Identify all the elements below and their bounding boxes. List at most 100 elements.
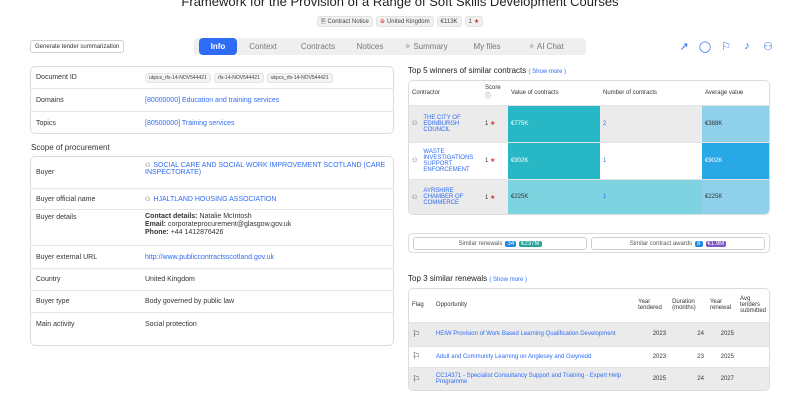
tab-info[interactable]: Info (199, 38, 237, 55)
buyer-type-row: Buyer type Body governed by public law (31, 291, 393, 313)
contact-phone: +44 1412876426 (170, 229, 224, 236)
similar-renewals-button[interactable]: Similar renewals 34 €237M (413, 237, 587, 250)
similar-summary-box: Similar renewals 34 €237M Similar contra… (408, 233, 770, 253)
opportunity-link[interactable]: Adult and Community Learning on Anglesey… (432, 346, 636, 368)
average-value-cell: €902K (702, 142, 769, 180)
star-icon: ★ (490, 194, 496, 201)
generate-summary-button[interactable]: Generate tender summarization (30, 40, 125, 53)
tab-contracts[interactable]: Contracts (289, 38, 347, 55)
page-title: Framework for the Provision of a Range o… (181, 0, 619, 9)
topics-row: Topics [80500000] Training services (31, 112, 393, 133)
buyer-official-row: Buyer official name ⚇ HJALTLAND HOUSING A… (31, 189, 393, 210)
contract-count-cell[interactable]: 1 (600, 179, 702, 214)
value-badge: €113K (436, 16, 462, 27)
country-row: Country United Kingdom (31, 269, 393, 291)
buyer-type-label: Buyer type (36, 298, 70, 305)
tab-summary[interactable]: ✧ Summary (393, 38, 459, 55)
main-activity-row: Main activity Social protection (31, 313, 393, 335)
table-row: ⚇ THE CITY OF EDINBURGH COUNCIL 1 ★ €775K… (409, 105, 769, 143)
table-header-row: Flag Opportunity Year tendered Duration … (409, 289, 769, 323)
similar-awards-button[interactable]: Similar contract awards 8 €1.9M (591, 237, 765, 250)
contract-value-cell: €902K (508, 142, 600, 180)
flag-icon[interactable]: ⚐ (412, 351, 420, 361)
buyer-link[interactable]: ⚇ SOCIAL CARE AND SOCIAL WORK IMPROVEMENT… (145, 162, 389, 176)
renewals-value-badge: €237M (519, 240, 542, 247)
table-row: ⚐ CC14371 - Specialist Consultancy Suppo… (409, 367, 769, 390)
renewals-table: Flag Opportunity Year tendered Duration … (409, 289, 769, 390)
buyer-details-row: Buyer details Contact details: Natalie M… (31, 210, 393, 246)
table-header-row: Contractor Score ⓘ Value of contracts Num… (409, 81, 769, 106)
share-icon[interactable]: ↗ (678, 40, 690, 53)
flag-icon[interactable]: ⚐ (412, 374, 420, 384)
table-row: ⚇ AYRSHIRE CHAMBER OF COMMERCE 1 ★ €225K … (409, 179, 769, 214)
average-value-cell: €225K (702, 179, 769, 214)
add-user-icon[interactable]: ⚇ (762, 40, 774, 53)
buyer-official-label: Buyer official name (36, 195, 96, 203)
domains-row: Domains [80000000] Education and trainin… (31, 89, 393, 112)
winners-title: Top 5 winners of similar contracts ( Sho… (408, 66, 567, 75)
org-icon: ⚇ (145, 163, 151, 169)
activity-label: Main activity (36, 320, 75, 328)
document-icon: 🗎 (320, 18, 326, 25)
contract-count-cell[interactable]: 2 (600, 105, 702, 143)
flag-icon[interactable]: ⚐ (412, 329, 420, 339)
buyer-official-link[interactable]: ⚇ HJALTLAND HOUSING ASSOCIATION (145, 196, 276, 203)
document-id-chip: ukpcs_rfs-14-NOV544421 (266, 72, 333, 83)
procurement-panel: Buyer ⚇ SOCIAL CARE AND SOCIAL WORK IMPRO… (30, 156, 394, 346)
buyer-details-label: Buyer details (36, 214, 77, 221)
contact-email: corporateprocurement@glasgow.gov.uk (167, 221, 292, 228)
contact-block: Contact details: Natalie McIntosh Email:… (145, 213, 292, 236)
contact-name: Natalie McIntosh (199, 213, 252, 220)
contractor-link[interactable]: WASTE INVESTIGATIONS SUPPORT ENFORCEMENT (423, 149, 479, 173)
org-icon: ⚇ (412, 158, 418, 164)
opportunity-link[interactable]: CC14371 - Specialist Consultancy Support… (432, 367, 636, 390)
column-header: Year renewal (706, 289, 737, 323)
contract-count-cell[interactable]: 1 (600, 142, 702, 180)
winners-show-more-link[interactable]: ( Show more ) (529, 69, 567, 75)
column-header: Contractor (409, 81, 482, 106)
tab-my-files[interactable]: My files (459, 38, 515, 55)
column-header: Duration (months) (669, 289, 707, 323)
contract-value-cell: €775K (508, 105, 600, 143)
comment-icon[interactable]: ◯ (699, 40, 711, 53)
contractor-link[interactable]: AYRSHIRE CHAMBER OF COMMERCE (423, 188, 479, 206)
contract-value-cell: €225K (508, 179, 600, 214)
table-row: ⚐ HEIW Provision of Work Based Learning … (409, 322, 769, 347)
bell-icon[interactable]: ♪ (741, 40, 753, 52)
tab-bar: Info Context Contracts Notices ✧ Summary… (194, 38, 586, 55)
info-icon: ⓘ (485, 94, 492, 101)
contractor-link[interactable]: THE CITY OF EDINBURGH COUNCIL (423, 115, 479, 133)
domains-link[interactable]: [80000000] Education and training servic… (145, 97, 279, 104)
column-header: Avg tenders submitted (736, 289, 769, 323)
star-icon: ★ (490, 121, 496, 127)
tab-notices[interactable]: Notices (347, 38, 393, 55)
topics-link[interactable]: [80500000] Training services (145, 120, 235, 127)
flag-icon[interactable]: ⚐ (720, 40, 732, 53)
column-header: Score ⓘ (482, 81, 508, 106)
tab-ai-chat[interactable]: ✧ AI Chat (515, 38, 577, 55)
score-badge: 1 ★ (464, 16, 484, 27)
country-label: Country (36, 276, 61, 283)
buyer-url-link[interactable]: http://www.publiccontractsscotland.gov.u… (145, 254, 274, 261)
sparkle-icon: ✧ (404, 42, 412, 51)
renewals-show-more-link[interactable]: ( Show more ) (489, 277, 527, 283)
tab-context[interactable]: Context (237, 38, 289, 55)
column-header: Value of contracts (508, 81, 600, 106)
winners-table-panel: Contractor Score ⓘ Value of contracts Num… (408, 80, 770, 215)
table-row: ⚐ Adult and Community Learning on Angles… (409, 346, 769, 368)
column-header: Average value (702, 81, 769, 106)
org-icon: ⚇ (412, 121, 418, 127)
buyer-type-value: Body governed by public law (145, 298, 235, 305)
opportunity-link[interactable]: HEIW Provision of Work Based Learning Qu… (432, 322, 636, 347)
table-row: ⚇ WASTE INVESTIGATIONS SUPPORT ENFORCEMEN… (409, 142, 769, 180)
renewals-table-panel: Flag Opportunity Year tendered Duration … (408, 288, 770, 391)
document-id-chip: ukpcs_rfs-14-NOV544421 (145, 72, 211, 83)
sparkle-icon: ✧ (528, 42, 536, 51)
column-header: Year tendered (635, 289, 670, 323)
country-value: United Kingdom (145, 276, 195, 283)
document-id-row: Document ID ukpcs_rfs-14-NOV544421 rfs-1… (31, 67, 393, 89)
url-label: Buyer external URL (36, 253, 98, 261)
topics-label: Topics (36, 119, 56, 127)
star-icon: ★ (473, 19, 480, 25)
buyer-url-row: Buyer external URL http://www.publiccont… (31, 246, 393, 269)
